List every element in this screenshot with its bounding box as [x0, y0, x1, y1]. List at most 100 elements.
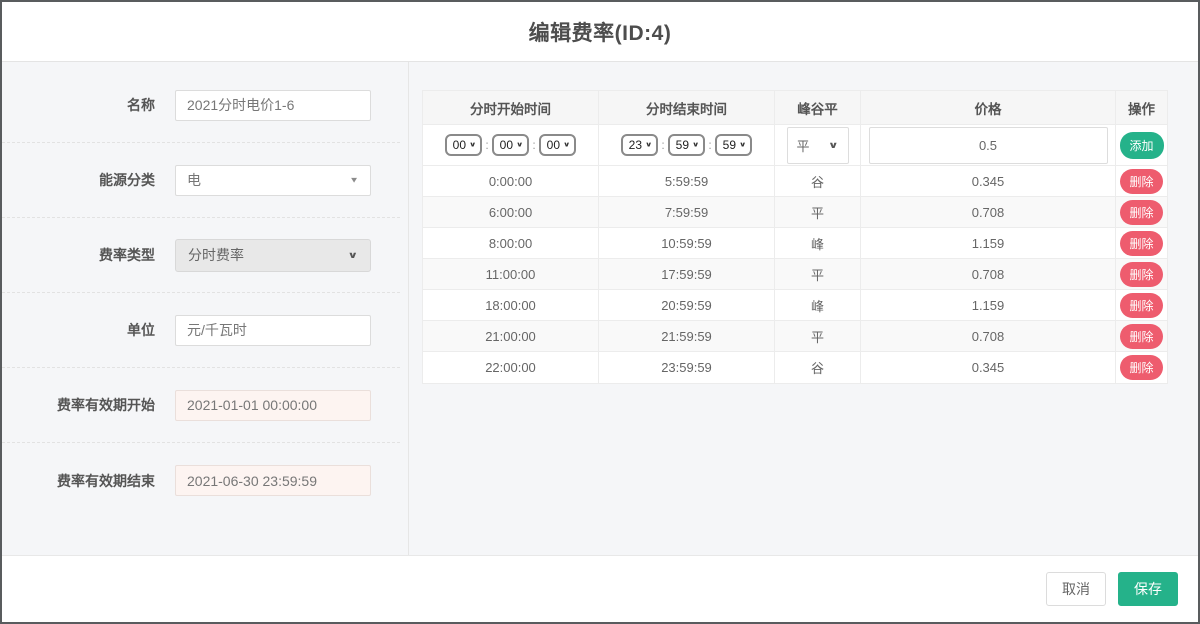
- add-button[interactable]: 添加: [1120, 132, 1164, 159]
- delete-button[interactable]: 删除: [1120, 262, 1162, 287]
- save-button[interactable]: 保存: [1118, 572, 1178, 606]
- table-input-row: 00∨ : 00∨ : 00∨ 23∨ : 59∨ :: [423, 125, 1167, 166]
- end-hour-select[interactable]: 23∨: [621, 134, 659, 156]
- chevron-down-icon: ∨: [828, 139, 839, 150]
- col-header-end-time: 分时结束时间: [599, 91, 775, 124]
- period-value: 平: [775, 321, 861, 351]
- price-value: 0.708: [861, 321, 1116, 351]
- start-time-value: 6:00:00: [423, 197, 599, 227]
- table-row: 22:00:0023:59:59谷0.345删除: [423, 352, 1167, 383]
- delete-button[interactable]: 删除: [1120, 324, 1162, 349]
- tou-rate-table: 分时开始时间 分时结束时间 峰谷平 价格 操作 00∨ : 00∨ : 00: [422, 90, 1168, 384]
- form-row-valid-end: 费率有效期结束: [2, 443, 400, 518]
- end-time-group: 23∨ : 59∨ : 59∨: [621, 134, 753, 156]
- col-header-actions: 操作: [1116, 91, 1167, 124]
- dialog-body: 名称 能源分类 电 ▼ 费率类型 分时费率 ∨ 单位: [2, 62, 1198, 556]
- form-row-energy-type: 能源分类 电 ▼: [2, 143, 400, 218]
- start-time-value: 8:00:00: [423, 228, 599, 258]
- table-row: 0:00:005:59:59谷0.345删除: [423, 166, 1167, 197]
- end-time-value: 7:59:59: [599, 197, 775, 227]
- period-select[interactable]: 平 ∨: [787, 127, 849, 164]
- chevron-down-icon: ∨: [563, 140, 570, 148]
- delete-button[interactable]: 删除: [1120, 200, 1162, 225]
- name-input[interactable]: [175, 90, 371, 121]
- chevron-down-icon: ∨: [347, 249, 358, 260]
- energy-type-label: 能源分类: [2, 170, 175, 190]
- table-row: 8:00:0010:59:59峰1.159删除: [423, 228, 1167, 259]
- price-value: 0.708: [861, 197, 1116, 227]
- period-value: 峰: [775, 228, 861, 258]
- energy-type-value: 电: [187, 170, 349, 190]
- add-cell: 添加: [1116, 125, 1167, 165]
- edit-rate-dialog: 编辑费率(ID:4) 名称 能源分类 电 ▼ 费率类型 分时费率 ∨: [0, 0, 1200, 624]
- end-time-value: 21:59:59: [599, 321, 775, 351]
- period-cell: 平 ∨: [775, 125, 861, 165]
- rate-type-select[interactable]: 分时费率 ∨: [175, 239, 371, 272]
- delete-cell: 删除: [1116, 352, 1167, 383]
- end-time-cell: 23∨ : 59∨ : 59∨: [599, 125, 775, 165]
- table-header-row: 分时开始时间 分时结束时间 峰谷平 价格 操作: [423, 91, 1167, 125]
- unit-input[interactable]: [175, 315, 371, 346]
- valid-start-input[interactable]: [175, 390, 371, 421]
- table-row: 11:00:0017:59:59平0.708删除: [423, 259, 1167, 290]
- unit-label: 单位: [2, 320, 175, 340]
- page-title: 编辑费率(ID:4): [529, 17, 672, 47]
- rate-type-label: 费率类型: [2, 245, 175, 265]
- end-second-select[interactable]: 59∨: [715, 134, 753, 156]
- energy-type-dropdown[interactable]: 电 ▼: [175, 165, 371, 196]
- start-time-value: 18:00:00: [423, 290, 599, 320]
- form-row-name: 名称: [2, 68, 400, 143]
- period-value: 峰: [775, 290, 861, 320]
- start-hour-select[interactable]: 00∨: [445, 134, 483, 156]
- dialog-footer: 取消 保存: [2, 556, 1198, 622]
- delete-button[interactable]: 删除: [1120, 169, 1162, 194]
- chevron-down-icon: ∨: [692, 140, 699, 148]
- col-header-price: 价格: [861, 91, 1116, 124]
- price-value: 1.159: [861, 228, 1116, 258]
- start-time-group: 00∨ : 00∨ : 00∨: [445, 134, 577, 156]
- delete-cell: 删除: [1116, 197, 1167, 227]
- valid-end-input[interactable]: [175, 465, 371, 496]
- table-rows: 0:00:005:59:59谷0.345删除6:00:007:59:59平0.7…: [423, 166, 1167, 383]
- delete-cell: 删除: [1116, 290, 1167, 320]
- end-time-value: 5:59:59: [599, 166, 775, 196]
- col-header-period: 峰谷平: [775, 91, 861, 124]
- valid-start-label: 费率有效期开始: [2, 395, 175, 415]
- end-time-value: 10:59:59: [599, 228, 775, 258]
- price-value: 1.159: [861, 290, 1116, 320]
- name-label: 名称: [2, 95, 175, 115]
- start-time-value: 21:00:00: [423, 321, 599, 351]
- delete-button[interactable]: 删除: [1120, 231, 1162, 256]
- start-second-select[interactable]: 00∨: [539, 134, 577, 156]
- form-row-rate-type: 费率类型 分时费率 ∨: [2, 218, 400, 293]
- form-row-valid-start: 费率有效期开始: [2, 368, 400, 443]
- chevron-down-icon: ∨: [516, 140, 523, 148]
- table-row: 18:00:0020:59:59峰1.159删除: [423, 290, 1167, 321]
- caret-down-icon: ▼: [349, 176, 359, 185]
- delete-button[interactable]: 删除: [1120, 355, 1162, 380]
- period-value: 平: [775, 259, 861, 289]
- time-separator: :: [660, 138, 665, 152]
- end-time-value: 23:59:59: [599, 352, 775, 383]
- dialog-header: 编辑费率(ID:4): [2, 2, 1198, 62]
- end-time-value: 20:59:59: [599, 290, 775, 320]
- start-time-value: 22:00:00: [423, 352, 599, 383]
- delete-cell: 删除: [1116, 228, 1167, 258]
- table-row: 6:00:007:59:59平0.708删除: [423, 197, 1167, 228]
- price-value: 0.345: [861, 166, 1116, 196]
- period-value: 平: [797, 136, 810, 155]
- end-minute-select[interactable]: 59∨: [668, 134, 706, 156]
- cancel-button[interactable]: 取消: [1046, 572, 1106, 606]
- delete-cell: 删除: [1116, 166, 1167, 196]
- rate-form-panel: 名称 能源分类 电 ▼ 费率类型 分时费率 ∨ 单位: [2, 62, 409, 555]
- price-input[interactable]: [869, 127, 1108, 164]
- delete-button[interactable]: 删除: [1120, 293, 1162, 318]
- tou-table-panel: 分时开始时间 分时结束时间 峰谷平 价格 操作 00∨ : 00∨ : 00: [409, 62, 1198, 555]
- form-row-unit: 单位: [2, 293, 400, 368]
- chevron-down-icon: ∨: [645, 140, 652, 148]
- period-value: 平: [775, 197, 861, 227]
- table-row: 21:00:0021:59:59平0.708删除: [423, 321, 1167, 352]
- time-separator: :: [531, 138, 536, 152]
- start-time-value: 11:00:00: [423, 259, 599, 289]
- start-minute-select[interactable]: 00∨: [492, 134, 530, 156]
